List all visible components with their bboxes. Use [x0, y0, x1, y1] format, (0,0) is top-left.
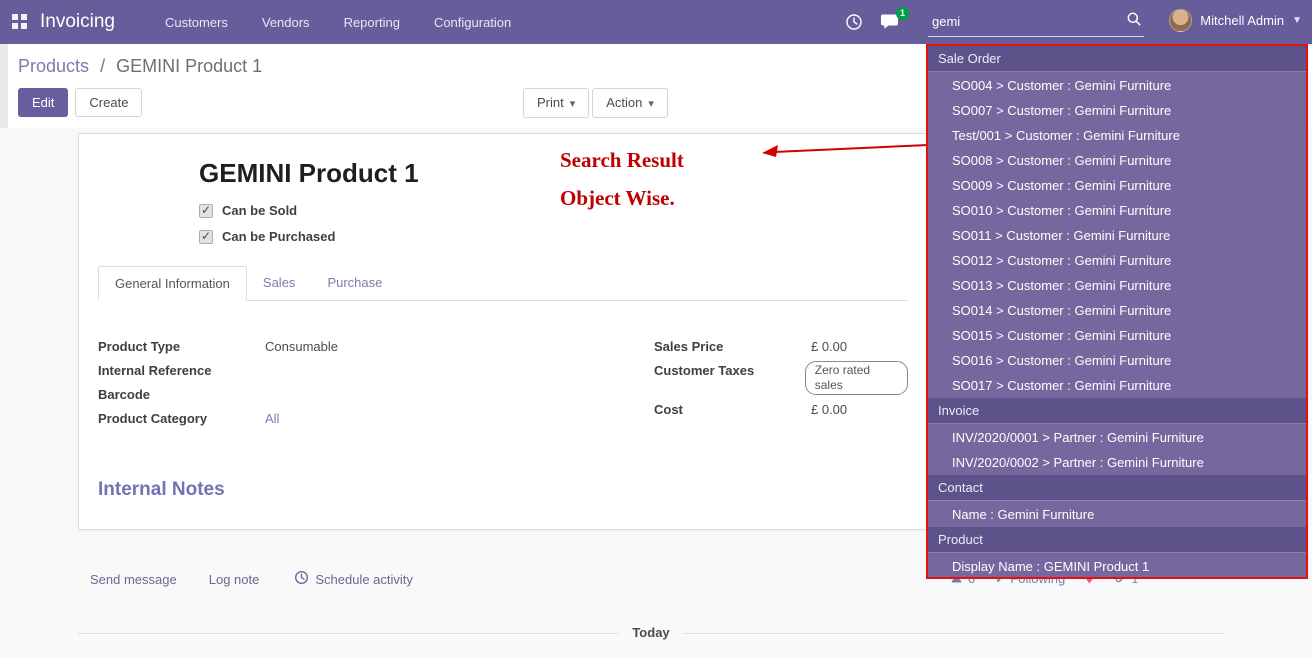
schedule-activity-button[interactable]: Schedule activity: [294, 570, 413, 588]
annotation-arrow: [752, 135, 934, 163]
log-note-button[interactable]: Log note: [209, 572, 260, 587]
notebook-tabs: General Information Sales Purchase: [98, 266, 908, 301]
field-internal-reference: Internal Reference: [98, 361, 654, 380]
print-dropdown-button[interactable]: Print: [523, 88, 589, 118]
search-result-item[interactable]: SO004 > Customer : Gemini Furniture: [928, 73, 1306, 98]
breadcrumb-products-link[interactable]: Products: [18, 56, 89, 76]
today-label: Today: [618, 625, 683, 640]
action-dropdown-button[interactable]: Action: [592, 88, 668, 118]
search-result-item[interactable]: SO007 > Customer : Gemini Furniture: [928, 98, 1306, 123]
search-group-product: Product: [928, 527, 1306, 553]
search-result-item[interactable]: SO016 > Customer : Gemini Furniture: [928, 348, 1306, 373]
tab-general-information[interactable]: General Information: [98, 266, 247, 301]
search-result-item[interactable]: SO015 > Customer : Gemini Furniture: [928, 323, 1306, 348]
search-icon[interactable]: [1126, 11, 1142, 32]
field-sales-price: Sales Price £ 0.00: [654, 337, 908, 356]
product-category-link[interactable]: All: [265, 409, 279, 428]
nav-menus: Customers Vendors Reporting Configuratio…: [159, 11, 517, 34]
can-be-purchased-checkbox-row[interactable]: Can be Purchased: [199, 229, 908, 244]
field-customer-taxes: Customer Taxes Zero rated sales: [654, 361, 908, 395]
search-result-item[interactable]: SO017 > Customer : Gemini Furniture: [928, 373, 1306, 398]
field-cost: Cost £ 0.00: [654, 400, 908, 419]
annotation-text: Search Result Object Wise.: [560, 148, 684, 224]
avatar: [1169, 9, 1192, 32]
search-result-item[interactable]: SO010 > Customer : Gemini Furniture: [928, 198, 1306, 223]
clock-icon: [294, 570, 309, 588]
internal-notes-heading: Internal Notes: [98, 479, 908, 501]
search-result-item[interactable]: Name : Gemini Furniture: [928, 502, 1306, 527]
breadcrumb-current: GEMINI Product 1: [116, 56, 262, 76]
breadcrumb: Products / GEMINI Product 1: [18, 56, 262, 77]
today-divider: Today: [78, 633, 1224, 634]
search-result-item[interactable]: INV/2020/0002 > Partner : Gemini Furnitu…: [928, 450, 1306, 475]
left-gutter: [0, 44, 8, 128]
can-be-sold-label: Can be Sold: [222, 203, 297, 218]
search-result-item[interactable]: SO012 > Customer : Gemini Furniture: [928, 248, 1306, 273]
search-group-contact: Contact: [928, 475, 1306, 501]
search-input[interactable]: gemi: [932, 14, 1126, 29]
checkbox-checked-icon[interactable]: [199, 230, 213, 244]
messages-icon[interactable]: 1: [880, 13, 900, 36]
checkbox-checked-icon[interactable]: [199, 204, 213, 218]
form-sheet: GEMINI Product 1 Can be Sold Can be Purc…: [78, 133, 928, 530]
tab-purchase[interactable]: Purchase: [311, 266, 398, 300]
search-results-dropdown: Sale Order SO004 > Customer : Gemini Fur…: [926, 44, 1308, 579]
chevron-down-icon: ▼: [1292, 15, 1302, 26]
search-group-sale-order: Sale Order: [928, 46, 1306, 72]
search-result-item[interactable]: Test/001 > Customer : Gemini Furniture: [928, 123, 1306, 148]
activities-clock-icon[interactable]: [845, 13, 863, 36]
edit-button[interactable]: Edit: [18, 88, 68, 117]
apps-grid-icon[interactable]: [12, 14, 28, 30]
tax-tag: Zero rated sales: [805, 361, 908, 395]
app-name[interactable]: Invoicing: [40, 11, 115, 33]
search-result-item[interactable]: SO013 > Customer : Gemini Furniture: [928, 273, 1306, 298]
search-result-item[interactable]: SO008 > Customer : Gemini Furniture: [928, 148, 1306, 173]
nav-menu-customers[interactable]: Customers: [159, 11, 234, 34]
user-name: Mitchell Admin: [1200, 13, 1284, 28]
create-button[interactable]: Create: [75, 88, 142, 117]
search-result-item[interactable]: SO014 > Customer : Gemini Furniture: [928, 298, 1306, 323]
can-be-purchased-label: Can be Purchased: [222, 229, 335, 244]
send-message-button[interactable]: Send message: [90, 572, 177, 587]
can-be-sold-checkbox-row[interactable]: Can be Sold: [199, 203, 908, 218]
search-group-invoice: Invoice: [928, 398, 1306, 424]
search-result-item[interactable]: SO009 > Customer : Gemini Furniture: [928, 173, 1306, 198]
screen: Invoicing Customers Vendors Reporting Co…: [0, 0, 1312, 658]
annotation-line-2: Object Wise.: [560, 186, 684, 211]
global-search-box[interactable]: gemi: [928, 9, 1144, 37]
user-menu[interactable]: Mitchell Admin ▼: [1169, 9, 1302, 32]
field-product-category: Product Category All: [98, 409, 654, 428]
nav-menu-vendors[interactable]: Vendors: [256, 11, 316, 34]
annotation-line-1: Search Result: [560, 148, 684, 173]
message-count-badge: 1: [896, 7, 909, 20]
field-barcode: Barcode: [98, 385, 654, 404]
search-result-item[interactable]: INV/2020/0001 > Partner : Gemini Furnitu…: [928, 425, 1306, 450]
breadcrumb-separator: /: [100, 56, 105, 76]
search-result-item[interactable]: SO011 > Customer : Gemini Furniture: [928, 223, 1306, 248]
nav-menu-reporting[interactable]: Reporting: [338, 11, 406, 34]
top-navbar: Invoicing Customers Vendors Reporting Co…: [0, 0, 1312, 44]
tab-sales[interactable]: Sales: [247, 266, 312, 300]
field-product-type: Product Type Consumable: [98, 337, 654, 356]
nav-menu-configuration[interactable]: Configuration: [428, 11, 517, 34]
search-result-item[interactable]: Display Name : GEMINI Product 1: [928, 554, 1306, 579]
